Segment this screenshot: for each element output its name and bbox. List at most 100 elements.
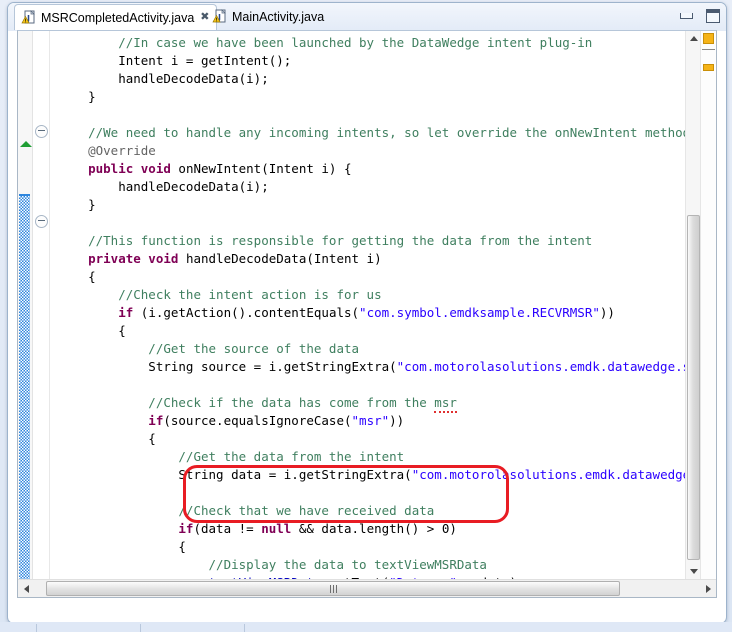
code-text[interactable]: //In case we have been launched by the D…: [50, 34, 685, 579]
code-line[interactable]: Intent i = getIntent();: [50, 52, 685, 70]
code-token: {: [58, 269, 96, 284]
editor-window: J MSRCompletedActivity.java ✖ J: [7, 2, 727, 624]
code-line[interactable]: {: [50, 322, 685, 340]
code-token: )): [389, 413, 404, 428]
scroll-left-arrow-icon[interactable]: [18, 580, 34, 597]
collapse-toggle-icon[interactable]: [35, 215, 48, 228]
code-line[interactable]: {: [50, 268, 685, 286]
code-line[interactable]: [50, 214, 685, 232]
code-token: //Check that we have received data: [58, 503, 434, 518]
code-line[interactable]: handleDecodeData(i);: [50, 70, 685, 88]
code-token: //Display the data to textViewMSRData: [58, 557, 487, 572]
code-line[interactable]: [50, 484, 685, 502]
code-line[interactable]: //Display the data to textViewMSRData: [50, 556, 685, 574]
quickdiff-change-bar: [19, 196, 30, 581]
code-token: {: [58, 431, 156, 446]
quick-diff-ruler[interactable]: [18, 31, 33, 597]
java-file-warning-icon: J: [21, 10, 36, 25]
code-token: //Check the intent action is for us: [58, 287, 382, 302]
code-line[interactable]: [50, 376, 685, 394]
code-token: && data.length() > 0): [291, 521, 457, 536]
screen-root: J MSRCompletedActivity.java ✖ J: [0, 0, 732, 632]
code-token: //This function is responsible for getti…: [58, 233, 592, 248]
scrollbar-grip-icon: [330, 585, 337, 593]
tab-label: MSRCompletedActivity.java: [41, 11, 194, 25]
code-line[interactable]: private void handleDecodeData(Intent i): [50, 250, 685, 268]
horizontal-scrollbar[interactable]: [18, 579, 716, 597]
overview-ruler[interactable]: [700, 31, 716, 579]
code-line[interactable]: @Override: [50, 142, 685, 160]
warning-marker-icon[interactable]: [703, 64, 714, 71]
code-token: handleDecodeData(i);: [58, 179, 269, 194]
code-line[interactable]: public void onNewIntent(Intent i) {: [50, 160, 685, 178]
code-token: //Get the data from the intent: [58, 449, 404, 464]
code-line[interactable]: String source = i.getStringExtra("com.mo…: [50, 358, 685, 376]
code-token: "com.motorolasolutions.emdk.datawedge.so…: [397, 359, 685, 374]
collapse-toggle-icon[interactable]: [35, 125, 48, 138]
green-triangle-marker: [20, 141, 32, 147]
vertical-scrollbar-thumb[interactable]: [687, 215, 700, 560]
code-token: handleDecodeData(Intent i): [186, 251, 382, 266]
code-token: msr: [434, 395, 457, 413]
code-token: String data = i.getStringExtra(: [58, 467, 412, 482]
scroll-up-arrow-icon[interactable]: [686, 31, 701, 46]
code-token: "com.motorolasolutions.emdk.datawedge.da…: [412, 467, 685, 482]
tab-mainactivity[interactable]: J MainActivity.java: [206, 4, 330, 29]
code-token: if: [58, 305, 141, 320]
code-token: }: [58, 89, 96, 104]
code-line[interactable]: if(data != null && data.length() > 0): [50, 520, 685, 538]
tab-label: MainActivity.java: [232, 10, 324, 24]
folding-gutter[interactable]: [33, 31, 50, 597]
code-line[interactable]: {: [50, 430, 685, 448]
code-token: onNewIntent(Intent i) {: [178, 161, 351, 176]
code-line[interactable]: if (i.getAction().contentEquals("com.sym…: [50, 304, 685, 322]
code-token: null: [261, 521, 291, 536]
code-line[interactable]: //We need to handle any incoming intents…: [50, 124, 685, 142]
java-file-warning-icon: J: [212, 9, 227, 24]
code-line[interactable]: [50, 106, 685, 124]
code-line[interactable]: {: [50, 538, 685, 556]
code-token: {: [58, 323, 126, 338]
maximize-button[interactable]: [704, 8, 720, 22]
code-token: )): [600, 305, 615, 320]
code-token: }: [58, 197, 96, 212]
code-token: (source.equalsIgnoreCase(: [163, 413, 351, 428]
code-token: private void: [58, 251, 186, 266]
warning-marker-icon[interactable]: [703, 33, 714, 44]
code-token: if: [58, 413, 163, 428]
code-token: //Check if the data has come from the: [58, 395, 434, 410]
code-line[interactable]: //Check that we have received data: [50, 502, 685, 520]
code-surface[interactable]: //In case we have been launched by the D…: [50, 31, 685, 579]
code-token: {: [58, 539, 186, 554]
editor-tab-bar: J MSRCompletedActivity.java ✖ J: [8, 3, 726, 30]
minimize-button[interactable]: [678, 8, 694, 22]
scroll-right-arrow-icon[interactable]: [700, 580, 716, 597]
code-token: @Override: [58, 143, 156, 158]
code-line[interactable]: //Check if the data has come from the ms…: [50, 394, 685, 412]
tab-msrcompletedactivity[interactable]: J MSRCompletedActivity.java ✖: [14, 4, 217, 30]
code-line[interactable]: //Get the data from the intent: [50, 448, 685, 466]
code-line[interactable]: //Check the intent action is for us: [50, 286, 685, 304]
code-token: Intent i = getIntent();: [58, 53, 291, 68]
code-line[interactable]: if(source.equalsIgnoreCase("msr")): [50, 412, 685, 430]
code-token: String source = i.getStringExtra(: [58, 359, 397, 374]
code-line[interactable]: String data = i.getStringExtra("com.moto…: [50, 466, 685, 484]
code-editor[interactable]: //In case we have been launched by the D…: [17, 30, 717, 598]
code-line[interactable]: //This function is responsible for getti…: [50, 232, 685, 250]
scroll-down-arrow-icon[interactable]: [686, 564, 701, 579]
code-line[interactable]: handleDecodeData(i);: [50, 178, 685, 196]
code-line[interactable]: //In case we have been launched by the D…: [50, 34, 685, 52]
vertical-scrollbar[interactable]: [685, 31, 701, 579]
code-token: "msr": [352, 413, 390, 428]
window-controls: [678, 8, 720, 22]
code-line[interactable]: //Get the source of the data: [50, 340, 685, 358]
code-token: //In case we have been launched by the D…: [58, 35, 592, 50]
code-token: (i.getAction().contentEquals(: [141, 305, 359, 320]
horizontal-scrollbar-thumb[interactable]: [46, 581, 620, 596]
code-token: if: [58, 521, 193, 536]
code-line[interactable]: }: [50, 196, 685, 214]
code-line[interactable]: }: [50, 88, 685, 106]
code-token: //We need to handle any incoming intents…: [58, 125, 685, 140]
code-token: public void: [58, 161, 178, 176]
code-token: "com.symbol.emdksample.RECVRMSR": [359, 305, 600, 320]
